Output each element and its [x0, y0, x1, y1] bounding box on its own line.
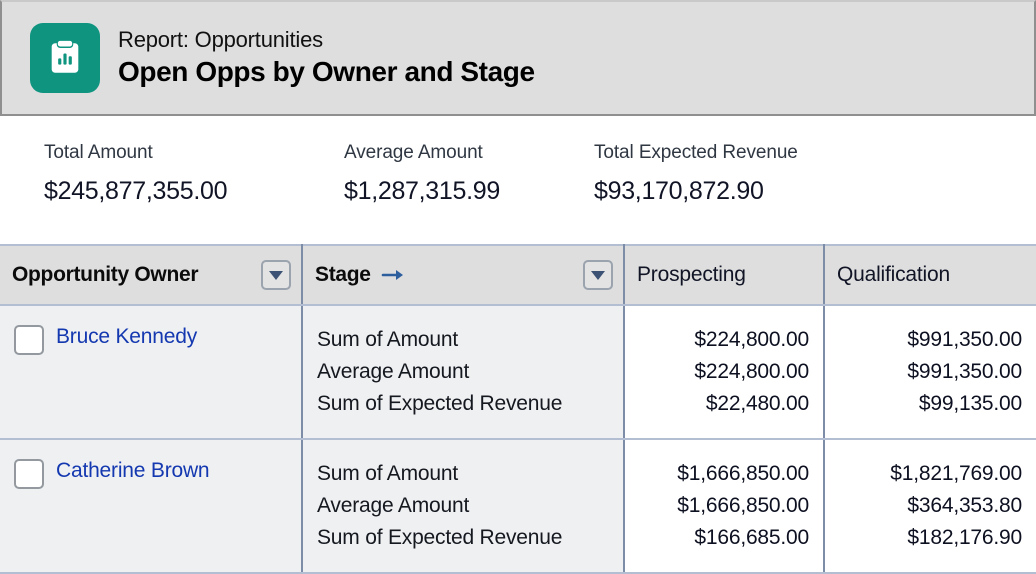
report-header: Report: Opportunities Open Opps by Owner…	[0, 0, 1036, 116]
table-row: Bruce Kennedy Sum of Amount Average Amou…	[0, 304, 1036, 440]
column-header-label: Prospecting	[637, 263, 746, 286]
value-cell-qualification: $991,350.00 $991,350.00 $99,135.00	[824, 304, 1036, 440]
value-cell-prospecting: $1,666,850.00 $1,666,850.00 $166,685.00	[624, 438, 825, 574]
report-type-label: Report: Opportunities	[118, 27, 323, 52]
table-row: Catherine Brown Sum of Amount Average Am…	[0, 438, 1036, 574]
report-matrix-table: Opportunity Owner Stage Prospecting Qual…	[0, 244, 1036, 574]
owner-cell: Bruce Kennedy	[0, 304, 303, 440]
column-header-stage[interactable]: Stage	[302, 244, 625, 306]
metric-value: $93,170,872.90	[594, 177, 764, 205]
metric-value: $1,287,315.99	[344, 177, 500, 205]
measure-label: Sum of Amount	[317, 328, 458, 351]
table-header-row: Opportunity Owner Stage Prospecting Qual…	[0, 244, 1036, 306]
value-cell-qualification: $1,821,769.00 $364,353.80 $182,176.90	[824, 438, 1036, 574]
table-body: Bruce Kennedy Sum of Amount Average Amou…	[0, 304, 1036, 574]
metric-total-expected-revenue: Total Expected Revenue $93,170,872.90	[594, 142, 798, 206]
value: $1,821,769.00	[890, 462, 1022, 485]
value: $364,353.80	[907, 494, 1022, 517]
column-header-label: Qualification	[837, 263, 950, 286]
owner-link[interactable]: Bruce Kennedy	[56, 324, 197, 350]
measure-label: Average Amount	[317, 360, 470, 383]
metric-value: $245,877,355.00	[44, 177, 228, 205]
value: $22,480.00	[705, 392, 809, 415]
measures-cell: Sum of Amount Average Amount Sum of Expe…	[302, 304, 625, 440]
value: $1,666,850.00	[677, 494, 809, 517]
value: $182,176.90	[907, 526, 1022, 549]
metric-label: Average Amount	[344, 142, 483, 163]
column-header-label: Stage	[315, 263, 371, 286]
value-list: $1,666,850.00 $1,666,850.00 $166,685.00	[625, 440, 823, 572]
measure-label-list: Sum of Amount Average Amount Sum of Expe…	[303, 306, 623, 438]
measure-label-list: Sum of Amount Average Amount Sum of Expe…	[303, 440, 623, 572]
value: $1,666,850.00	[677, 462, 809, 485]
column-header-prospecting[interactable]: Prospecting	[624, 244, 825, 306]
report-clipboard-chart-icon	[30, 23, 100, 93]
group-direction-arrow-icon	[381, 267, 405, 283]
value-list: $991,350.00 $991,350.00 $99,135.00	[825, 306, 1036, 438]
metric-average-amount: Average Amount $1,287,315.99	[344, 142, 594, 206]
column-header-label: Opportunity Owner	[12, 263, 199, 286]
measure-label: Sum of Expected Revenue	[317, 392, 563, 415]
value-list: $224,800.00 $224,800.00 $22,480.00	[625, 306, 823, 438]
table-header: Opportunity Owner Stage Prospecting Qual…	[0, 244, 1036, 306]
value-cell-prospecting: $224,800.00 $224,800.00 $22,480.00	[624, 304, 825, 440]
row-select-checkbox[interactable]	[14, 459, 44, 489]
owner-cell: Catherine Brown	[0, 438, 303, 574]
column-header-opportunity-owner[interactable]: Opportunity Owner	[0, 244, 303, 306]
measure-label: Sum of Expected Revenue	[317, 526, 563, 549]
metric-label: Total Amount	[44, 142, 153, 163]
page-title: Open Opps by Owner and Stage	[118, 56, 535, 87]
value: $991,350.00	[907, 360, 1022, 383]
measure-label: Sum of Amount	[317, 462, 458, 485]
value: $166,685.00	[694, 526, 809, 549]
row-select-checkbox[interactable]	[14, 325, 44, 355]
stage-column-menu-button[interactable]	[583, 260, 613, 290]
owner-link[interactable]: Catherine Brown	[56, 458, 210, 484]
value-list: $1,821,769.00 $364,353.80 $182,176.90	[825, 440, 1036, 572]
value: $224,800.00	[694, 360, 809, 383]
value: $991,350.00	[907, 328, 1022, 351]
column-header-qualification[interactable]: Qualification	[824, 244, 1036, 306]
measures-cell: Sum of Amount Average Amount Sum of Expe…	[302, 438, 625, 574]
owner-column-menu-button[interactable]	[261, 260, 291, 290]
summary-metrics: Total Amount $245,877,355.00 Average Amo…	[0, 116, 1036, 244]
report-title-block: Report: Opportunities Open Opps by Owner…	[118, 27, 535, 89]
value: $224,800.00	[694, 328, 809, 351]
value: $99,135.00	[918, 392, 1022, 415]
metric-total-amount: Total Amount $245,877,355.00	[44, 142, 344, 206]
measure-label: Average Amount	[317, 494, 470, 517]
metric-label: Total Expected Revenue	[594, 142, 798, 163]
